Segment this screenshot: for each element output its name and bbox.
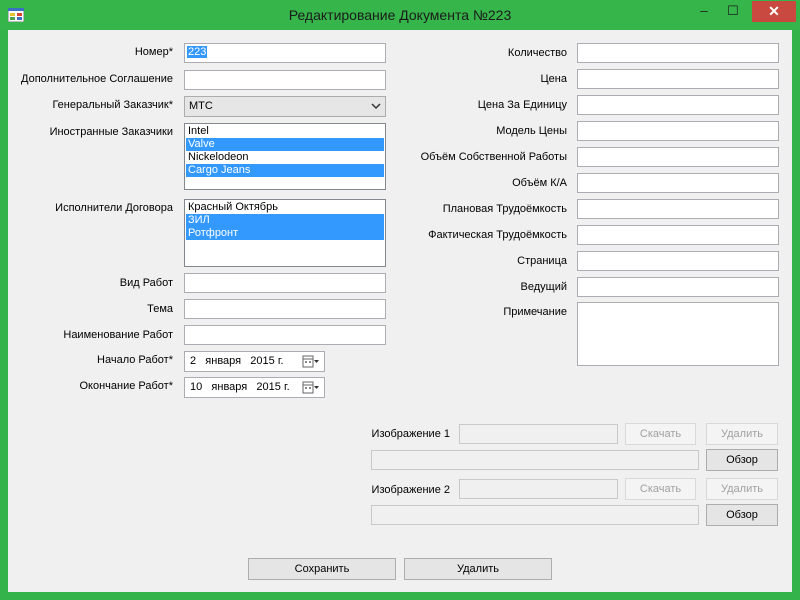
tema-field[interactable] [184,299,386,319]
dop-soglashenie-field[interactable] [184,70,386,90]
cena-za-edinicu-field[interactable] [577,95,779,115]
maximize-button[interactable]: ☐ [718,1,748,22]
image2-delete-button[interactable]: Удалить [706,478,778,500]
list-item[interactable]: Nickelodeon [186,151,384,164]
plan-trud-label: Плановая Трудоёмкость [442,203,567,215]
nachalo-month: января [205,355,242,367]
vid-rabot-label: Вид Работ [119,277,173,289]
list-item[interactable]: Valve [186,138,384,151]
image2-download-button[interactable]: Скачать [625,478,696,500]
model-ceny-label: Модель Цены [496,125,567,137]
window-title: Редактирование Документа №223 [288,7,512,23]
inostr-zakazchiki-list[interactable]: Intel Valve Nickelodeon Cargo Jeans [184,123,386,190]
stranica-field[interactable] [577,251,779,271]
gen-zakazchik-value: МТС [189,100,213,112]
fakt-trud-label: Фактическая Трудоёмкость [428,229,567,241]
naimenovanie-field[interactable] [184,325,386,345]
obem-ka-field[interactable] [577,173,779,193]
primechanie-field[interactable] [577,302,779,366]
save-button[interactable]: Сохранить [248,558,396,580]
inostr-zakazchiki-label: Иностранные Заказчики [49,126,173,138]
nachalo-label: Начало Работ* [97,354,173,366]
image1-download-button[interactable]: Скачать [625,423,696,445]
okonchanie-datepicker[interactable]: 10 января 2015 г. [184,377,325,398]
nachalo-day: 2 [190,355,197,367]
image1-path-field [371,450,699,470]
okonchanie-year: 2015 г. [256,381,290,393]
list-item[interactable]: Красный Октябрь [186,201,384,214]
chevron-down-icon [371,103,381,110]
obem-ka-label: Объём К/А [512,177,567,189]
model-ceny-field[interactable] [577,121,779,141]
list-item[interactable]: Intel [186,125,384,138]
primechanie-label: Примечание [503,306,567,318]
okonchanie-month: января [211,381,248,393]
list-item[interactable]: ЗИЛ [186,214,384,227]
gen-zakazchik-label: Генеральный Заказчик* [52,99,173,111]
nomer-value: 223 [187,46,208,58]
image2-browse-button[interactable]: Обзор [706,504,778,526]
vedushiy-label: Ведущий [520,281,567,293]
tema-label: Тема [147,303,173,315]
ispolniteli-label: Исполнители Договора [55,202,173,214]
close-button[interactable]: ✕ [752,1,796,22]
kolichestvo-field[interactable] [577,43,779,63]
nachalo-year: 2015 г. [250,355,284,367]
obem-sobstv-label: Объём Собственной Работы [420,151,567,163]
nomer-label: Номер* [134,46,173,58]
image1-delete-button[interactable]: Удалить [706,423,778,445]
list-item[interactable]: Cargo Jeans [186,164,384,177]
vedushiy-field[interactable] [577,277,779,297]
stranica-label: Страница [517,255,567,267]
ispolniteli-list[interactable]: Красный Октябрь ЗИЛ Ротфронт [184,199,386,267]
cena-za-edinicu-label: Цена За Единицу [477,99,567,111]
fakt-trud-field[interactable] [577,225,779,245]
image1-browse-button[interactable]: Обзор [706,449,778,471]
window-border [0,592,800,600]
calendar-icon[interactable] [302,381,320,394]
image1-label: Изображение 1 [371,428,450,440]
image1-name-field [459,424,618,444]
delete-button[interactable]: Удалить [404,558,552,580]
image2-path-field [371,505,699,525]
okonchanie-label: Окончание Работ* [79,380,173,392]
nomer-field[interactable]: 223 [184,43,386,63]
kolichestvo-label: Количество [507,47,567,59]
plan-trud-field[interactable] [577,199,779,219]
cena-field[interactable] [577,69,779,89]
image2-label: Изображение 2 [371,484,450,496]
gen-zakazchik-combo[interactable]: МТС [184,96,386,117]
okonchanie-day: 10 [190,381,203,393]
dop-soglashenie-label: Дополнительное Соглашение [21,73,173,85]
nachalo-datepicker[interactable]: 2 января 2015 г. [184,351,325,372]
image2-name-field [459,479,618,499]
obem-sobstv-field[interactable] [577,147,779,167]
calendar-icon[interactable] [302,355,320,368]
cena-label: Цена [540,73,567,85]
list-item[interactable]: Ротфронт [186,227,384,240]
minimize-button[interactable]: – [690,1,718,22]
naimenovanie-label: Наименование Работ [63,329,173,341]
vid-rabot-field[interactable] [184,273,386,293]
